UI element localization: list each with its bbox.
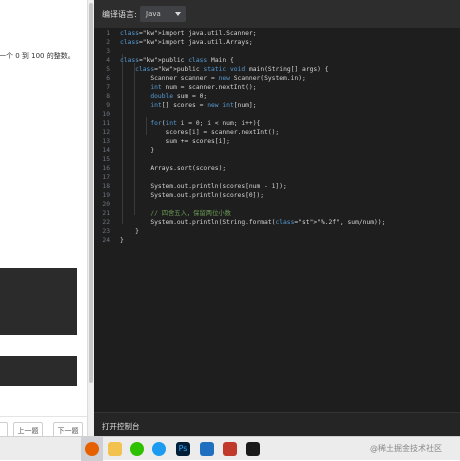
- chevron-down-icon: [175, 12, 181, 16]
- wechat-icon[interactable]: [130, 442, 144, 456]
- code-area[interactable]: 1 class="kw">import java.util.Scanner; 2 cl…: [94, 28, 460, 412]
- line-number: 17: [102, 174, 110, 181]
- language-label: 编译语言:: [102, 10, 137, 19]
- code-text: for(int i = 0; i < num; i++){: [150, 120, 261, 127]
- code-text: class="kw">import java.util.Scanner;: [120, 30, 257, 37]
- line-number: 8: [106, 93, 110, 100]
- code-text: sum += scores[i];: [120, 138, 230, 145]
- line-number: 2: [106, 39, 110, 46]
- line-number: 18: [102, 183, 110, 190]
- line-number: 12: [102, 129, 110, 136]
- code-editor: 编译语言: Java 1 class="kw">import java.util.…: [94, 0, 460, 437]
- terminal-icon[interactable]: [246, 442, 260, 456]
- code-text: System.out.println(scores[num - 1]);: [120, 183, 287, 190]
- problem-panel: 一个 0 到 100 的整数。 上一题 下一题: [0, 0, 87, 436]
- code-text: }: [120, 147, 155, 154]
- line-number: 9: [106, 102, 110, 109]
- code-text: scores[i] = scanner.nextInt();: [120, 129, 280, 136]
- code-text: Arrays.sort(scores);: [120, 165, 227, 172]
- photoshop-icon[interactable]: Ps: [176, 442, 190, 456]
- taskbar: Ps @稀土掘金技术社区: [0, 436, 460, 461]
- line-number: 6: [106, 75, 110, 82]
- line-number: 24: [102, 237, 110, 244]
- prev-question-button[interactable]: 上一题: [13, 422, 43, 436]
- watermark-text: @稀土掘金技术社区: [370, 444, 442, 453]
- code-text: int[] scores = new int[num];: [150, 102, 257, 109]
- line-number: 22: [102, 219, 110, 226]
- sample-output-box: [0, 356, 77, 386]
- code-text: System.out.println(String.format(class="…: [120, 219, 386, 226]
- line-number: 11: [102, 120, 110, 127]
- code-text: Scanner scanner = new Scanner(System.in)…: [120, 75, 306, 82]
- line-number: 4: [106, 57, 110, 64]
- line-number: 16: [102, 165, 110, 172]
- line-number: 3: [106, 48, 110, 55]
- line-number: 23: [102, 228, 110, 235]
- open-console-button[interactable]: 打开控制台: [102, 421, 140, 432]
- code-text: double sum = 0;: [150, 93, 208, 100]
- code-text: class="kw">import java.util.Arrays;: [120, 39, 253, 46]
- qq-icon[interactable]: [152, 442, 166, 456]
- code-text: class="kw">public class Main {: [120, 57, 234, 64]
- code-text: System.out.println(scores[0]);: [120, 192, 265, 199]
- line-number: 5: [106, 66, 110, 73]
- language-value: Java: [146, 10, 161, 18]
- sample-input-box: [0, 268, 77, 335]
- ide-icon[interactable]: [223, 442, 237, 456]
- line-number: 14: [102, 147, 110, 154]
- problem-text: 一个 0 到 100 的整数。: [0, 52, 75, 60]
- editor-toolbar: 编译语言: Java: [94, 0, 460, 28]
- line-number: 20: [102, 201, 110, 208]
- code-text: }: [120, 228, 139, 235]
- line-number: 19: [102, 192, 110, 199]
- line-number: 13: [102, 138, 110, 145]
- next-question-button[interactable]: 下一题: [53, 422, 83, 436]
- line-number: 10: [102, 111, 110, 118]
- language-select[interactable]: Java: [140, 6, 186, 22]
- line-number: 7: [106, 84, 110, 91]
- scrollbar-thumb[interactable]: [89, 3, 93, 383]
- code-text: class="kw">public static void main(Strin…: [135, 66, 329, 73]
- code-text: int num = scanner.nextInt();: [150, 84, 257, 91]
- folder-icon[interactable]: [108, 442, 122, 456]
- line-number: 15: [102, 156, 110, 163]
- line-number: 21: [102, 210, 110, 217]
- line-number: 1: [106, 30, 110, 37]
- console-bar: 打开控制台: [94, 412, 460, 437]
- pager-partial-button[interactable]: [0, 422, 8, 436]
- vscode-icon[interactable]: [200, 442, 214, 456]
- firefox-icon[interactable]: [85, 442, 99, 456]
- code-text: // 四舍五入，保留两位小数: [120, 210, 231, 217]
- code-text: }: [120, 237, 124, 244]
- problem-scrollbar[interactable]: [87, 0, 94, 436]
